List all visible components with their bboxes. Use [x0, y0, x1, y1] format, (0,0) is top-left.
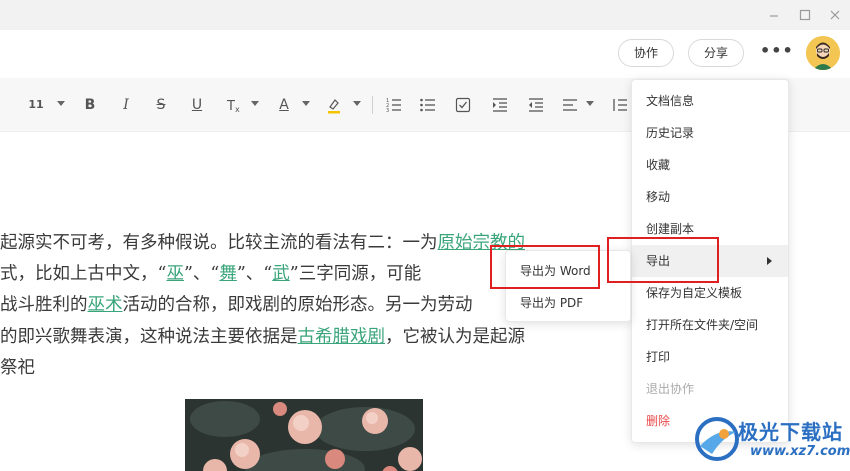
- link-witchcraft[interactable]: 巫术: [88, 295, 123, 315]
- menu-item-favorite[interactable]: 收藏: [632, 149, 788, 181]
- line-spacing-icon[interactable]: [611, 95, 629, 115]
- svg-text:x: x: [235, 105, 240, 114]
- clear-format-chevron-down-icon[interactable]: [251, 101, 259, 106]
- watermark-brand: 极光下载站: [738, 420, 843, 444]
- align-chevron-down-icon[interactable]: [586, 101, 594, 106]
- document-image[interactable]: [185, 399, 423, 471]
- align-left-icon[interactable]: [561, 95, 579, 115]
- font-size-chevron-down-icon[interactable]: [57, 101, 65, 106]
- toolbar-divider: [372, 96, 373, 114]
- ordered-list-icon[interactable]: 123: [385, 95, 403, 115]
- italic-button[interactable]: I: [118, 95, 134, 115]
- highlight-icon[interactable]: [325, 95, 343, 115]
- watermark-url: www.xz7.com: [750, 444, 850, 459]
- document-header: 协作 分享 •••: [0, 30, 850, 78]
- text-line: 起源实不可考，有多种假说。比较主流的看法有二：一为原始宗教的: [0, 231, 525, 255]
- text-segment: 祭祀: [0, 358, 35, 378]
- text-segment: 的即兴歌舞表演，这种说法主要依据是: [0, 327, 298, 347]
- highlight-box-export-word: [490, 245, 600, 289]
- text-segment: 起源实不可考，有多种假说。比较主流的看法有二：一为: [0, 233, 438, 253]
- bullet-list-icon[interactable]: [419, 95, 437, 115]
- font-size-select[interactable]: 11: [28, 95, 44, 115]
- text-line: 的即兴歌舞表演，这种说法主要依据是古希腊戏剧，它被认为是起源: [0, 325, 525, 349]
- font-color-chevron-down-icon[interactable]: [302, 101, 310, 106]
- text-line: 式，比如上古中文，“巫”、“舞”、“武”三字同源，可能: [0, 262, 421, 286]
- text-segment: ，它被认为是起源: [385, 327, 525, 347]
- minimize-icon[interactable]: [766, 7, 782, 23]
- link-greek-drama[interactable]: 古希腊戏剧: [298, 327, 386, 347]
- strikethrough-button[interactable]: S: [153, 95, 169, 115]
- font-color-button[interactable]: A: [276, 95, 292, 115]
- text-segment: 活动的合称，即戏剧的原始形态。另一为劳动: [122, 295, 473, 315]
- avatar[interactable]: [806, 36, 840, 70]
- highlight-box-export: [607, 237, 719, 283]
- svg-text:3: 3: [386, 108, 389, 114]
- close-icon[interactable]: [827, 7, 843, 23]
- text-segment: ”三字同源，可能: [289, 264, 422, 284]
- link-wu-martial[interactable]: 武: [272, 264, 290, 284]
- share-button[interactable]: 分享: [688, 39, 744, 67]
- text-segment: 式，比如上古中文，“: [0, 264, 167, 284]
- text-segment: ”、“: [236, 264, 273, 284]
- menu-item-history[interactable]: 历史记录: [632, 117, 788, 149]
- indent-increase-icon[interactable]: [491, 95, 509, 115]
- highlight-chevron-down-icon[interactable]: [353, 101, 361, 106]
- menu-item-exit-collab[interactable]: 退出协作: [632, 373, 788, 405]
- submenu-item-export-pdf[interactable]: 导出为 PDF: [506, 287, 630, 319]
- menu-item-print[interactable]: 打印: [632, 341, 788, 373]
- clear-format-icon[interactable]: Tx: [225, 95, 243, 115]
- title-bar: [0, 0, 850, 30]
- menu-item-move[interactable]: 移动: [632, 181, 788, 213]
- checklist-icon[interactable]: [454, 95, 472, 115]
- bold-button[interactable]: B: [82, 95, 98, 115]
- text-line: 战斗胜利的巫术活动的合称，即戏剧的原始形态。另一为劳动: [0, 293, 473, 317]
- underline-button[interactable]: U: [189, 95, 205, 115]
- menu-item-doc-info[interactable]: 文档信息: [632, 85, 788, 117]
- chevron-right-icon: [767, 257, 772, 265]
- watermark-logo-icon: [695, 417, 739, 461]
- menu-item-open-folder[interactable]: 打开所在文件夹/空间: [632, 309, 788, 341]
- text-line: 祭祀: [0, 356, 35, 380]
- watermark: 极光下载站 www.xz7.com: [690, 412, 850, 471]
- text-segment: 战斗胜利的: [0, 295, 88, 315]
- indent-decrease-icon[interactable]: [527, 95, 545, 115]
- link-wu-dance[interactable]: 舞: [219, 264, 237, 284]
- maximize-icon[interactable]: [797, 7, 813, 23]
- link-wu-shaman[interactable]: 巫: [166, 264, 184, 284]
- svg-text:T: T: [226, 99, 235, 114]
- text-segment: ”、“: [183, 264, 220, 284]
- more-button[interactable]: •••: [760, 41, 793, 65]
- collab-button[interactable]: 协作: [618, 39, 674, 67]
